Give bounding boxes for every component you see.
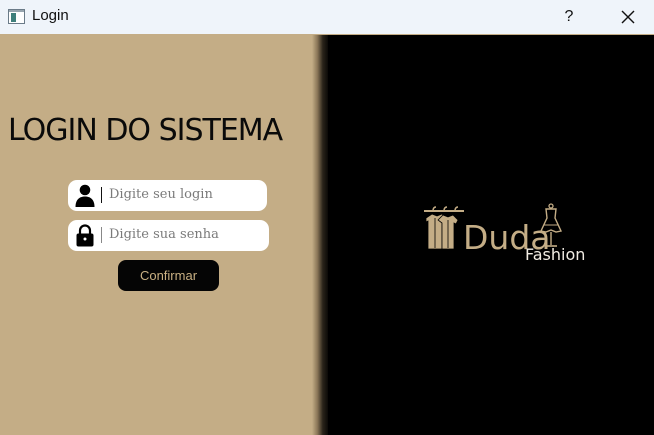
- page-title: LOGIN DO SISTEMA: [8, 113, 283, 148]
- password-field[interactable]: Digite sua senha: [68, 220, 269, 251]
- login-field[interactable]: Digite seu login: [68, 180, 267, 211]
- close-button[interactable]: [602, 0, 654, 34]
- brand-subtitle: Fashion: [525, 245, 586, 264]
- login-input-placeholder[interactable]: Digite seu login: [109, 187, 213, 202]
- field-separator: [101, 227, 102, 243]
- confirm-button[interactable]: Confirmar: [118, 260, 219, 291]
- dress-mannequin-icon: [539, 203, 563, 247]
- window-title: Login: [32, 7, 69, 24]
- help-button[interactable]: ?: [546, 0, 592, 34]
- login-panel: LOGIN DO SISTEMA Digite seu login Digite…: [0, 35, 321, 435]
- window-app-icon: [8, 9, 25, 24]
- text-caret: [101, 187, 102, 203]
- title-bar: Login ?: [0, 0, 654, 34]
- lock-icon: [76, 224, 94, 247]
- user-icon: [75, 184, 95, 207]
- clothes-hanger-icon: [424, 206, 464, 250]
- brand-panel: Duda Fashion: [328, 35, 654, 435]
- close-icon: [621, 10, 635, 24]
- brand-logo: Duda Fashion: [423, 203, 593, 268]
- password-input-placeholder[interactable]: Digite sua senha: [109, 227, 219, 242]
